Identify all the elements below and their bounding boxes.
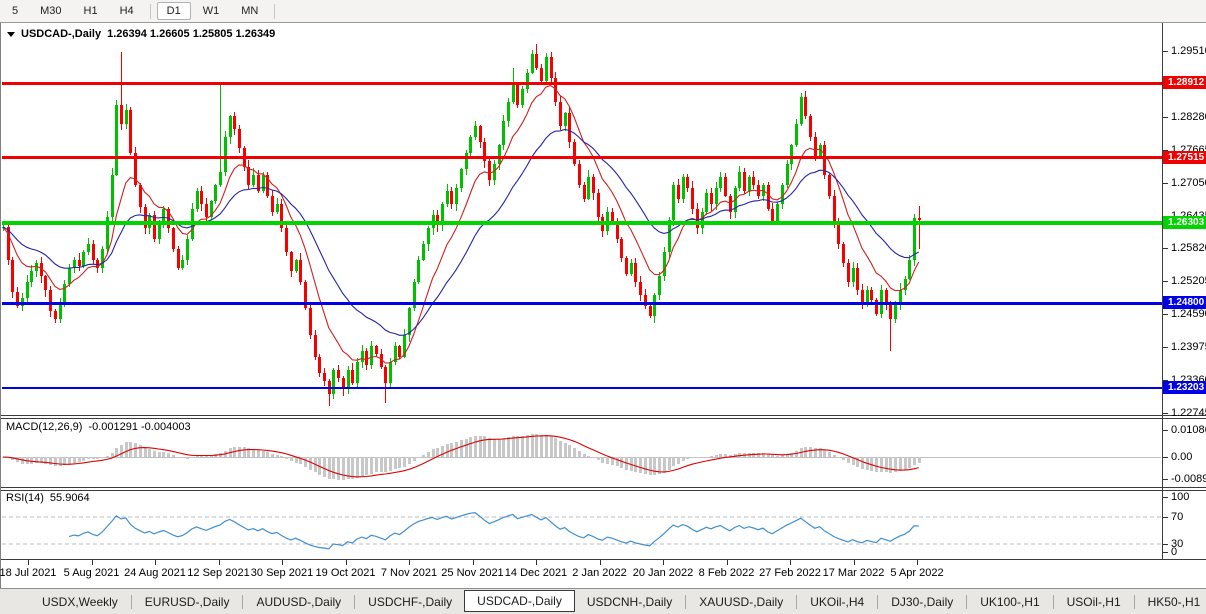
tab-separator xyxy=(685,594,687,609)
tab-separator xyxy=(1052,594,1054,609)
tab-usoil-h1[interactable]: USOil-,H1 xyxy=(1055,592,1133,612)
collapse-triangle-icon[interactable] xyxy=(7,31,15,37)
tab-ukoil-h4[interactable]: UKOil-,H4 xyxy=(798,592,876,612)
tab-separator xyxy=(877,594,879,609)
rsi-line xyxy=(68,511,919,550)
macd-label: MACD(12,26,9) xyxy=(6,421,83,433)
tab-eurusd-daily[interactable]: EURUSD-,Daily xyxy=(133,592,242,612)
tab-usdcnh-daily[interactable]: USDCNH-,Daily xyxy=(575,592,684,612)
tab-uk100-h1[interactable]: UK100-,H1 xyxy=(968,592,1051,612)
macd-indicator-label: MACD(12,26,9) -0.001291 -0.004003 xyxy=(6,421,191,433)
tab-audusd-daily[interactable]: AUDUSD-,Daily xyxy=(244,592,353,612)
trading-platform-window: 5 M30 H1 H4 D1 W1 MN USDCAD-,Daily 1.26394 1.2… xyxy=(0,0,1206,614)
price-line-1.26303[interactable] xyxy=(2,221,1162,225)
tab-usdcad-daily[interactable]: USDCAD-,Daily xyxy=(464,589,575,612)
tab-separator xyxy=(796,594,798,609)
chart-title-symbol: USDCAD-,Daily xyxy=(21,28,102,40)
price-line-1.28912[interactable] xyxy=(2,82,1162,85)
price-line-1.23203[interactable] xyxy=(2,387,1162,389)
chart-title-ohlc: 1.26394 1.26605 1.25805 1.26349 xyxy=(107,28,276,40)
tab-usdx-weekly[interactable]: USDX,Weekly xyxy=(30,592,130,612)
tab-separator xyxy=(354,594,356,609)
price-line-1.27515[interactable] xyxy=(2,156,1162,159)
rsi-label: RSI(14) xyxy=(6,492,44,504)
price-chart-canvas[interactable] xyxy=(0,0,1206,614)
tab-hk50-h1[interactable]: HK50-,H1 xyxy=(1136,592,1206,612)
tab-separator xyxy=(130,594,132,609)
symbol-tab-bar: USDX,Weekly EURUSD-,Daily AUDUSD-,Daily USD… xyxy=(0,588,1206,614)
tab-usdchf-daily[interactable]: USDCHF-,Daily xyxy=(356,592,464,612)
tab-separator xyxy=(242,594,244,609)
tab-separator xyxy=(966,594,968,609)
tab-separator xyxy=(1133,594,1135,609)
rsi-values: 55.9064 xyxy=(49,492,90,504)
rsi-indicator-label: RSI(14) 55.9064 xyxy=(6,492,90,504)
price-line-1.24800[interactable] xyxy=(2,302,1162,305)
tab-dj30-daily[interactable]: DJ30-,Daily xyxy=(879,592,965,612)
macd-values: -0.001291 -0.004003 xyxy=(88,421,191,433)
tab-xauusd-daily[interactable]: XAUUSD-,Daily xyxy=(687,592,795,612)
chart-title: USDCAD-,Daily 1.26394 1.26605 1.25805 1.… xyxy=(7,28,275,40)
